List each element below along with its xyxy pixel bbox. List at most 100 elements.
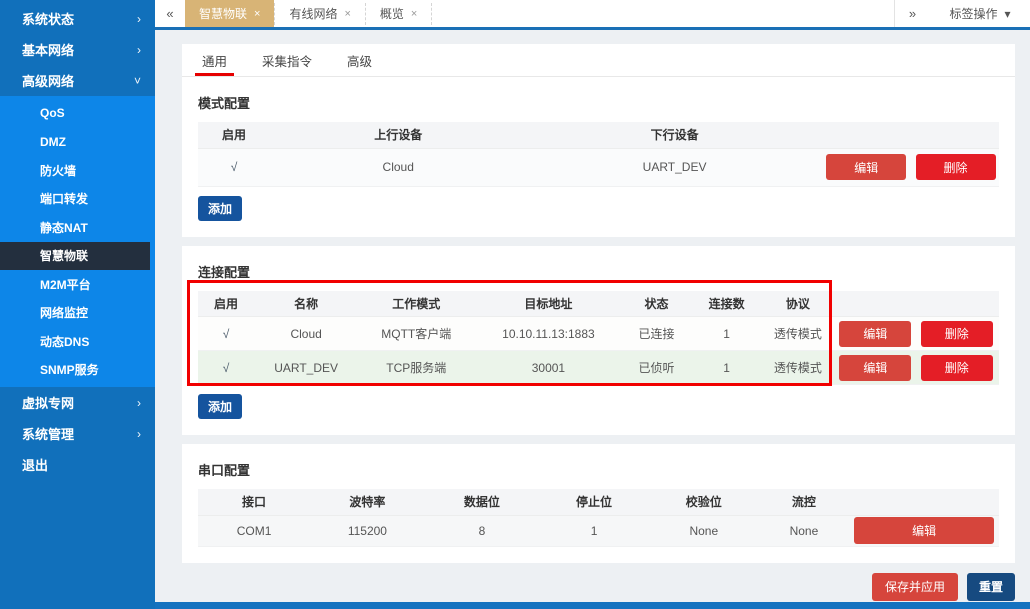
reset-button[interactable]: 重置 (966, 572, 1015, 601)
sidebar-item-m2m-platform[interactable]: M2M平台 (0, 270, 155, 299)
delete-button[interactable]: 删除 (920, 354, 993, 381)
edit-button[interactable]: 编辑 (839, 320, 912, 347)
sidebar-item-firewall[interactable]: 防火墙 (0, 156, 155, 185)
column-header-flow-control: 流控 (758, 489, 850, 516)
chevron-right-icon: › (137, 426, 141, 441)
edit-button[interactable]: 编辑 (854, 517, 995, 544)
sidebar-item-label: 基本网络 (22, 43, 75, 58)
scroll-tabs-right-button[interactable]: » (894, 0, 930, 27)
baud-rate-cell: 115200 (310, 515, 425, 547)
page-tab-overview[interactable]: 概览 × (366, 0, 431, 27)
row-actions: 编辑 删除 (822, 148, 999, 187)
column-header-enabled: 启用 (198, 122, 271, 149)
status-cell: 已侦听 (622, 350, 691, 385)
tabbar-right-controls: » 标签操作 ▾ (894, 0, 1030, 27)
sidebar-item-label: 高级网络 (22, 74, 75, 89)
target-address-cell: 30001 (474, 350, 623, 385)
sidebar-item-dmz[interactable]: DMZ (0, 128, 155, 157)
column-header-interface: 接口 (198, 489, 311, 516)
bottom-accent-strip (155, 602, 1030, 609)
close-icon[interactable]: × (254, 8, 260, 20)
row-actions: 编辑 删除 (833, 316, 999, 351)
sidebar-item-vpn[interactable]: 虚拟专网 › (0, 387, 155, 418)
table-row: √ Cloud MQTT客户端 10.10.11.13:1883 已连接 1 透… (198, 316, 999, 351)
close-icon[interactable]: × (344, 8, 350, 20)
sidebar-item-label: 虚拟专网 (22, 396, 75, 411)
caret-down-icon: ▾ (1004, 6, 1011, 21)
sidebar-item-qos[interactable]: QoS (0, 99, 155, 128)
column-header-work-mode: 工作模式 (358, 290, 475, 317)
tab-advanced[interactable]: 高级 (343, 44, 376, 76)
column-header-connection-count: 连接数 (690, 290, 763, 317)
work-mode-cell: MQTT客户端 (358, 316, 475, 351)
double-chevron-left-icon: « (166, 6, 174, 21)
scroll-tabs-left-button[interactable]: « (155, 0, 185, 27)
target-address-cell: 10.10.11.13:1883 (474, 316, 623, 351)
table-header-row: 启用 名称 工作模式 目标地址 状态 连接数 协议 (198, 290, 999, 317)
page-tab-wired-network[interactable]: 有线网络 × (275, 0, 364, 27)
mode-config-table: 启用 上行设备 下行设备 √ Cloud UART_DEV 编辑 删除 (198, 122, 999, 187)
sidebar-item-system-management[interactable]: 系统管理 › (0, 418, 155, 449)
name-cell: Cloud (254, 316, 359, 351)
page-tab-label: 智慧物联 (199, 7, 248, 21)
section-title: 模式配置 (198, 96, 251, 111)
page-tab-label: 概览 (379, 7, 404, 21)
sidebar-item-static-nat[interactable]: 静态NAT (0, 213, 155, 242)
tab-operations-dropdown[interactable]: 标签操作 ▾ (930, 0, 1030, 27)
column-header-data-bits: 数据位 (424, 489, 540, 516)
app-window: 系统状态 › 基本网络 › 高级网络 ˅ QoS DMZ 防火墙 端口转发 静态… (0, 0, 1030, 609)
add-button[interactable]: 添加 (198, 195, 242, 221)
sidebar-item-logout[interactable]: 退出 (0, 449, 155, 480)
section-title: 串口配置 (198, 463, 251, 478)
column-header-parity: 校验位 (648, 489, 759, 516)
sidebar-item-snmp-service[interactable]: SNMP服务 (0, 356, 155, 385)
column-header-upstream: 上行设备 (270, 122, 527, 149)
delete-button[interactable]: 删除 (915, 154, 996, 180)
page-tab-smart-iot[interactable]: 智慧物联 × (185, 0, 275, 27)
sidebar-item-label: 系统状态 (22, 12, 75, 27)
edit-button[interactable]: 编辑 (839, 354, 912, 381)
protocol-cell: 透传模式 (762, 350, 834, 385)
sidebar-item-network-monitor[interactable]: 网络监控 (0, 299, 155, 328)
column-header-status: 状态 (622, 290, 691, 317)
sidebar-item-advanced-network[interactable]: 高级网络 ˅ (0, 65, 155, 96)
delete-button[interactable]: 删除 (920, 320, 993, 347)
enabled-check: √ (198, 350, 255, 385)
flow-control-cell: None (758, 515, 850, 547)
table-header-row: 接口 波特率 数据位 停止位 校验位 流控 (198, 489, 999, 516)
stop-bits-cell: 1 (539, 515, 649, 547)
edit-button[interactable]: 编辑 (826, 154, 907, 180)
sidebar-item-smart-iot[interactable]: 智慧物联 (0, 241, 150, 270)
panel-serial: 串口配置 接口 波特率 数据位 停止位 校验位 流控 COM1 115200 8… (182, 444, 1015, 563)
table-row: √ UART_DEV TCP服务端 30001 已侦听 1 透传模式 编辑 删除 (198, 350, 999, 385)
connection-count-cell: 1 (690, 350, 763, 385)
column-header-stop-bits: 停止位 (539, 489, 649, 516)
panel-connection: 连接配置 启用 名称 工作模式 目标地址 状态 连接数 协议 √ Cloud M… (182, 245, 1015, 435)
sidebar-item-dynamic-dns[interactable]: 动态DNS (0, 327, 155, 356)
section-title: 连接配置 (198, 264, 251, 280)
tab-separator (431, 2, 433, 25)
tab-general[interactable]: 通用 (194, 44, 235, 76)
sidebar-item-label: 系统管理 (22, 427, 75, 442)
sidebar-item-basic-network[interactable]: 基本网络 › (0, 34, 155, 65)
sidebar-item-label: 退出 (22, 458, 49, 473)
add-button[interactable]: 添加 (198, 394, 242, 419)
mode-config-section: 模式配置 启用 上行设备 下行设备 √ Cloud UART_DEV 编辑 删除… (182, 77, 1015, 237)
upstream-device-cell: Cloud (270, 148, 527, 187)
sidebar-item-system-status[interactable]: 系统状态 › (0, 3, 155, 34)
content-area: 通用 采集指令 高级 模式配置 启用 上行设备 下行设备 √ Cloud UAR… (155, 30, 1030, 609)
interface-cell: COM1 (198, 515, 311, 547)
protocol-cell: 透传模式 (762, 316, 834, 351)
sidebar-item-port-forwarding[interactable]: 端口转发 (0, 185, 155, 214)
column-header-protocol: 协议 (762, 290, 834, 317)
sidebar: 系统状态 › 基本网络 › 高级网络 ˅ QoS DMZ 防火墙 端口转发 静态… (0, 0, 155, 609)
chevron-right-icon: › (137, 395, 141, 410)
close-icon[interactable]: × (411, 8, 417, 20)
serial-config-section: 串口配置 接口 波特率 数据位 停止位 校验位 流控 COM1 115200 8… (182, 444, 1015, 563)
name-cell: UART_DEV (254, 350, 359, 385)
save-and-apply-button[interactable]: 保存并应用 (871, 572, 958, 601)
connection-config-table: 启用 名称 工作模式 目标地址 状态 连接数 协议 √ Cloud MQTT客户… (198, 290, 999, 385)
work-mode-cell: TCP服务端 (358, 350, 475, 385)
column-header-actions (833, 290, 999, 317)
tab-collect-commands[interactable]: 采集指令 (258, 44, 316, 76)
